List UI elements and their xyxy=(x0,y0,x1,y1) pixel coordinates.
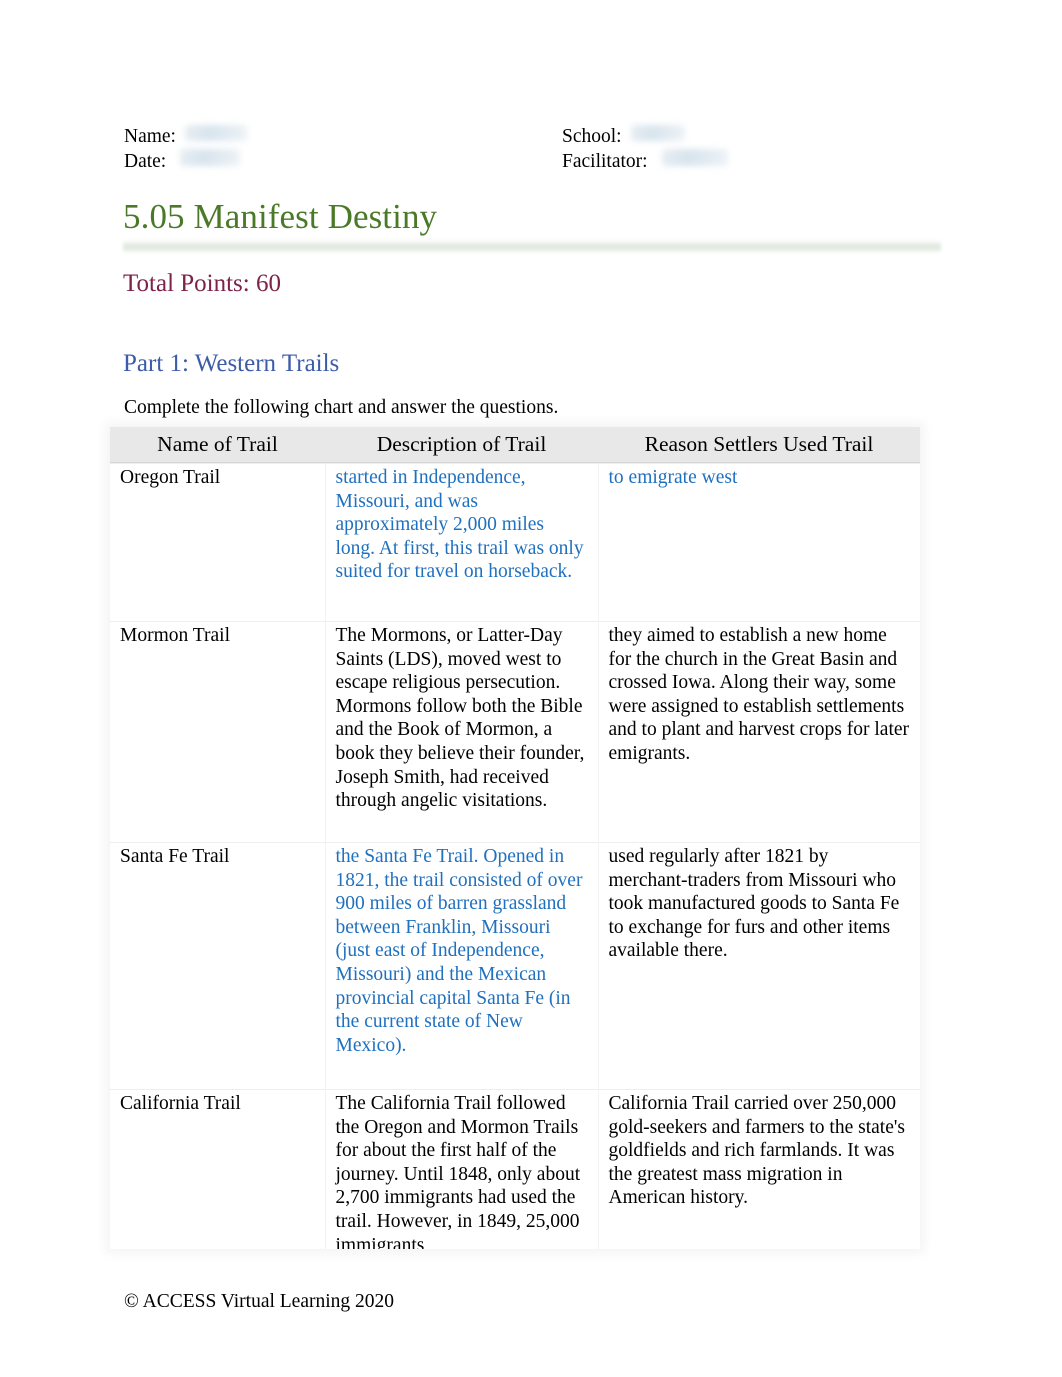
part1-heading: Part 1: Western Trails xyxy=(123,350,340,377)
name-value-redacted[interactable] xyxy=(184,125,247,141)
cell-trail-name: Santa Fe Trail xyxy=(110,842,326,1090)
cell-trail-description[interactable]: The Mormons, or Latter-Day Saints (LDS),… xyxy=(325,621,599,843)
table-row: California Trail The California Trail fo… xyxy=(110,1089,920,1249)
table-row: Mormon Trail The Mormons, or Latter-Day … xyxy=(110,621,920,843)
school-label: School: xyxy=(562,126,622,147)
page-footer: © ACCESS Virtual Learning 2020 xyxy=(124,1291,395,1312)
facilitator-value-redacted[interactable] xyxy=(661,149,728,166)
cell-trail-description[interactable]: started in Independence, Missouri, and w… xyxy=(325,463,599,622)
western-trails-chart: Name of Trail Description of Trail Reaso… xyxy=(110,427,920,1249)
meta-field-school: School: xyxy=(562,124,942,149)
cell-trail-reason[interactable]: used regularly after 1821 by merchant-tr… xyxy=(598,842,920,1090)
column-header-description: Description of Trail xyxy=(325,427,598,464)
meta-row-name-school: Name: School: xyxy=(124,124,944,149)
table-row: Oregon Trail started in Independence, Mi… xyxy=(110,463,920,622)
column-header-name-of-trail: Name of Trail xyxy=(110,427,325,464)
cell-trail-reason[interactable]: to emigrate west xyxy=(598,463,920,622)
header-meta-block: Name: School: Date: Facilitator: xyxy=(124,124,944,174)
meta-field-facilitator: Facilitator: xyxy=(562,149,942,174)
name-label: Name: xyxy=(124,126,176,147)
table-body: Oregon Trail started in Independence, Mi… xyxy=(110,463,920,1249)
part1-instructions: Complete the following chart and answer … xyxy=(124,397,559,418)
cell-trail-name: Oregon Trail xyxy=(110,463,326,622)
cell-trail-description[interactable]: the Santa Fe Trail. Opened in 1821, the … xyxy=(325,842,599,1090)
cell-trail-reason[interactable]: California Trail carried over 250,000 go… xyxy=(598,1089,920,1249)
worksheet-page: Name: School: Date: Facilitator: 5.05 Ma… xyxy=(0,0,1062,1377)
page-title: 5.05 Manifest Destiny xyxy=(123,197,438,236)
facilitator-label: Facilitator: xyxy=(562,151,648,172)
table-head: Name of Trail Description of Trail Reaso… xyxy=(110,427,920,464)
meta-row-date-facilitator: Date: Facilitator: xyxy=(124,149,944,174)
cell-trail-name: Mormon Trail xyxy=(110,621,326,843)
date-value-redacted[interactable] xyxy=(180,149,241,166)
trail-table: Name of Trail Description of Trail Reaso… xyxy=(110,427,920,1249)
meta-field-date: Date: xyxy=(124,149,562,174)
cell-trail-reason[interactable]: they aimed to establish a new home for t… xyxy=(598,621,920,843)
school-value-redacted[interactable] xyxy=(630,125,685,141)
cell-trail-name: California Trail xyxy=(110,1089,326,1249)
column-header-reason: Reason Settlers Used Trail xyxy=(598,427,920,464)
table-row: Santa Fe Trail the Santa Fe Trail. Opene… xyxy=(110,842,920,1090)
table-header-row: Name of Trail Description of Trail Reaso… xyxy=(110,427,920,464)
cell-trail-description[interactable]: The California Trail followed the Oregon… xyxy=(325,1089,599,1249)
date-label: Date: xyxy=(124,151,167,172)
title-divider-rule xyxy=(123,240,941,253)
meta-field-name: Name: xyxy=(124,124,562,149)
total-points: Total Points: 60 xyxy=(123,270,281,297)
